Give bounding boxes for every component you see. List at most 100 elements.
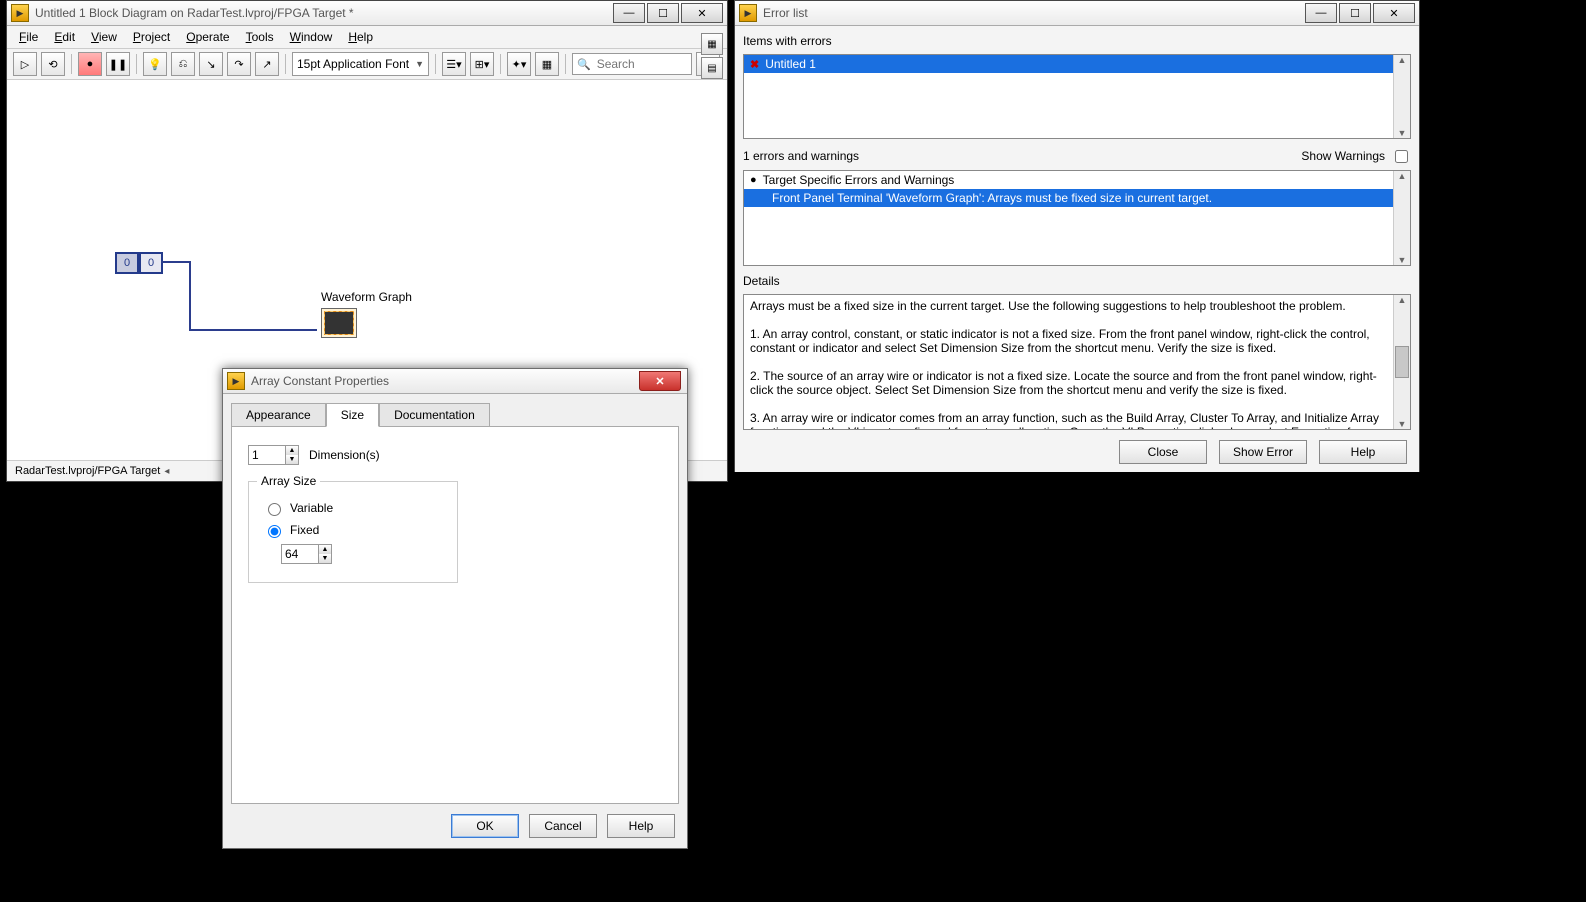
dimension-input[interactable]	[248, 445, 286, 465]
close-button[interactable]: ✕	[1373, 3, 1415, 23]
dlg-title: Array Constant Properties	[251, 374, 683, 388]
spin-up-icon[interactable]: ▲	[286, 446, 298, 455]
align-button[interactable]: ☰▾	[442, 52, 466, 76]
fixed-size-input[interactable]	[281, 544, 319, 564]
step-out-button[interactable]: ↗	[255, 52, 279, 76]
show-warnings-checkbox[interactable]	[1395, 150, 1408, 163]
scroll-down-icon: ▼	[1398, 128, 1407, 138]
scrollbar[interactable]: ▲▼	[1393, 55, 1410, 138]
step-over-button[interactable]: ↷	[227, 52, 251, 76]
tab-appearance[interactable]: Appearance	[231, 403, 326, 427]
step-into-button[interactable]: ↘	[199, 52, 223, 76]
cancel-button[interactable]: Cancel	[529, 814, 597, 838]
dimension-spinner[interactable]: ▲ ▼	[248, 445, 299, 465]
wire-segment-v[interactable]	[189, 261, 191, 329]
details-p2: 2. The source of an array wire or indica…	[750, 369, 1390, 397]
dlg-tab-body: ▲ ▼ Dimension(s) Array Size Variable Fix…	[231, 426, 679, 804]
scroll-up-icon: ▲	[1398, 295, 1407, 305]
count-label: 1 errors and warnings	[743, 149, 859, 163]
spin-up-icon[interactable]: ▲	[319, 545, 331, 554]
array-constant[interactable]: 0 0	[115, 252, 163, 274]
radio-fixed[interactable]	[268, 525, 281, 538]
fixed-size-spinner[interactable]: ▲ ▼	[281, 544, 332, 564]
maximize-button[interactable]: ☐	[647, 3, 679, 23]
wire-segment-h2[interactable]	[189, 329, 317, 331]
labview-vi-icon: ▶	[11, 4, 29, 22]
menu-operate[interactable]: Operate	[180, 28, 235, 46]
menu-window[interactable]: Window	[284, 28, 339, 46]
menu-help[interactable]: Help	[342, 28, 379, 46]
menu-project[interactable]: Project	[127, 28, 176, 46]
scrollbar-thumb[interactable]	[1395, 346, 1409, 378]
scroll-up-icon: ▲	[1398, 55, 1407, 65]
show-warnings-label: Show Warnings	[1301, 149, 1385, 163]
spin-down-icon[interactable]: ▼	[319, 554, 331, 563]
help-button[interactable]: Help	[1319, 440, 1407, 464]
show-error-button[interactable]: Show Error	[1219, 440, 1307, 464]
radio-variable-row[interactable]: Variable	[263, 500, 443, 516]
search-input[interactable]	[595, 56, 669, 72]
run-continuous-button[interactable]: ⟲	[41, 52, 65, 76]
details-p0: Arrays must be a fixed size in the curre…	[750, 299, 1390, 313]
cleanup-button[interactable]: ✦▾	[507, 52, 531, 76]
dlg-titlebar[interactable]: ▶ Array Constant Properties ✕	[223, 369, 687, 394]
tab-size[interactable]: Size	[326, 403, 379, 427]
pause-button[interactable]: ❚❚	[106, 52, 130, 76]
close-button[interactable]: Close	[1119, 440, 1207, 464]
labview-vi-icon: ▶	[739, 4, 757, 22]
items-listbox[interactable]: ✖ Untitled 1 ▲▼	[743, 54, 1411, 139]
menu-file[interactable]: File	[13, 28, 44, 46]
minimize-button[interactable]: —	[1305, 3, 1337, 23]
waveform-graph-label: Waveform Graph	[321, 290, 412, 304]
search-box[interactable]: 🔍	[572, 53, 692, 75]
dimension-label: Dimension(s)	[309, 448, 380, 462]
tab-documentation[interactable]: Documentation	[379, 403, 490, 427]
error-x-icon: ✖	[750, 58, 759, 71]
radio-variable[interactable]	[268, 503, 281, 516]
status-arrow-icon[interactable]: ◂	[164, 466, 169, 477]
distribute-button[interactable]: ⊞▾	[470, 52, 494, 76]
bd-menubar: File Edit View Project Operate Tools Win…	[7, 26, 727, 49]
dlg-close-button[interactable]: ✕	[639, 371, 681, 391]
abort-button[interactable]: ●	[78, 52, 102, 76]
waveform-graph-terminal[interactable]	[321, 308, 357, 338]
scrollbar[interactable]: ▲▼	[1393, 295, 1410, 429]
ok-button[interactable]: OK	[451, 814, 519, 838]
retain-wire-button[interactable]: ⎌	[171, 52, 195, 76]
array-index-cell[interactable]: 0	[115, 252, 139, 274]
run-button[interactable]: ▷	[13, 52, 37, 76]
details-box[interactable]: Arrays must be a fixed size in the curre…	[743, 294, 1411, 430]
array-value-cell[interactable]: 0	[139, 252, 163, 274]
vi-icon[interactable]: ▤	[701, 57, 723, 79]
menu-view[interactable]: View	[85, 28, 123, 46]
reorder-button[interactable]: ▦	[535, 52, 559, 76]
bd-toolbar: ▷ ⟲ ● ❚❚ 💡 ⎌ ↘ ↷ ↗ 15pt Application Font…	[7, 49, 727, 80]
scroll-up-icon: ▲	[1398, 171, 1407, 181]
scroll-down-icon: ▼	[1398, 255, 1407, 265]
show-warnings-toggle[interactable]: Show Warnings	[1301, 147, 1411, 166]
bd-titlebar[interactable]: ▶ Untitled 1 Block Diagram on RadarTest.…	[7, 1, 727, 26]
menu-edit[interactable]: Edit	[48, 28, 81, 46]
error-category-row[interactable]: ● Target Specific Errors and Warnings	[744, 171, 1410, 189]
close-button[interactable]: ✕	[681, 3, 723, 23]
wire-segment-h[interactable]	[161, 261, 189, 263]
connector-pane-icon[interactable]: ▦	[701, 33, 723, 55]
minimize-button[interactable]: —	[613, 3, 645, 23]
menu-tools[interactable]: Tools	[240, 28, 280, 46]
errors-listbox[interactable]: ● Target Specific Errors and Warnings Fr…	[743, 170, 1411, 266]
err-titlebar[interactable]: ▶ Error list — ☐ ✕	[735, 1, 1419, 26]
spin-down-icon[interactable]: ▼	[286, 455, 298, 464]
maximize-button[interactable]: ☐	[1339, 3, 1371, 23]
error-text: Front Panel Terminal 'Waveform Graph': A…	[772, 191, 1212, 205]
help-button[interactable]: Help	[607, 814, 675, 838]
scrollbar[interactable]: ▲▼	[1393, 171, 1410, 265]
radio-fixed-row[interactable]: Fixed	[263, 522, 443, 538]
bullet-icon: ●	[750, 174, 757, 186]
vi-icon-pane: ▦ ▤	[701, 33, 723, 79]
items-label: Items with errors	[743, 34, 1411, 48]
items-list-item[interactable]: ✖ Untitled 1	[744, 55, 1410, 73]
highlight-exec-button[interactable]: 💡	[143, 52, 167, 76]
font-select[interactable]: 15pt Application Font ▼	[292, 52, 429, 76]
radio-variable-label: Variable	[290, 501, 333, 515]
error-row[interactable]: Front Panel Terminal 'Waveform Graph': A…	[744, 189, 1410, 207]
